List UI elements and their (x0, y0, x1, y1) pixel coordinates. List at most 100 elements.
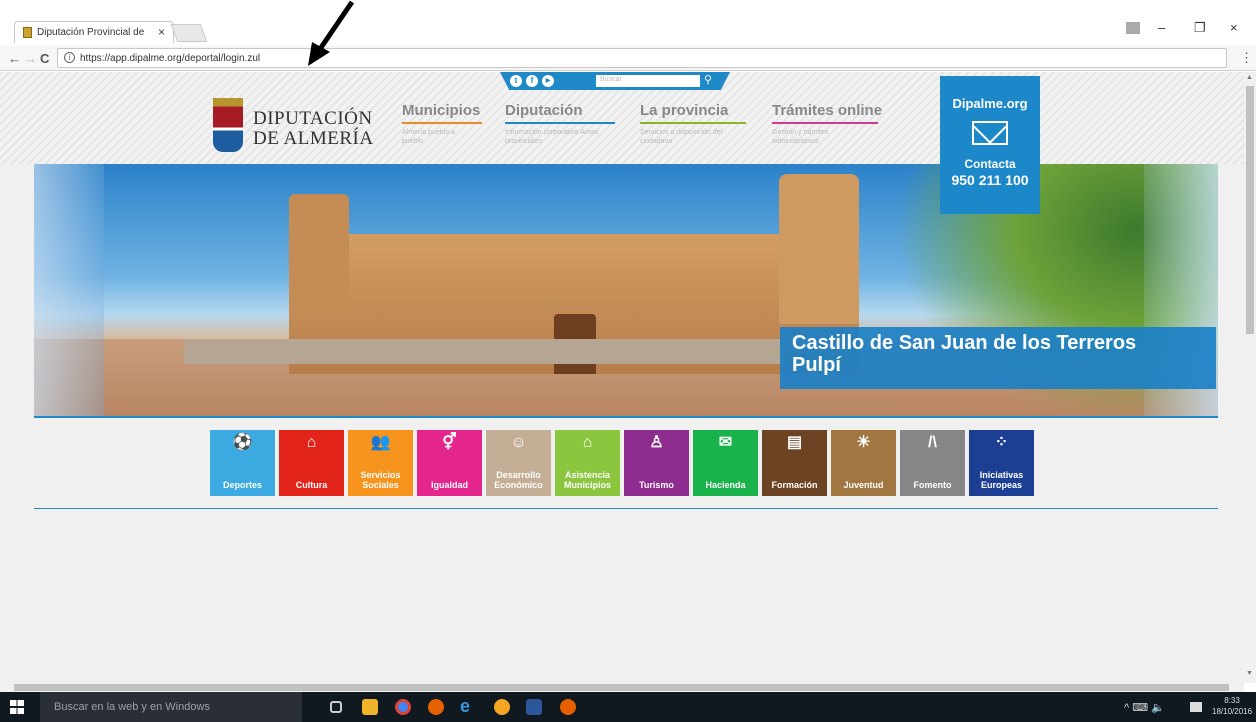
nav-diputacion[interactable]: Diputación Información corporativa Áreas… (505, 102, 615, 146)
back-icon[interactable]: ← (8, 51, 21, 66)
nav-la-provincia[interactable]: La provincia Servicios a disposición del… (640, 102, 746, 146)
tile-turismo[interactable]: ♙ Turismo (624, 430, 689, 496)
edge-icon[interactable]: e (460, 696, 476, 716)
address-bar[interactable]: i https://app.dipalme.org/deportal/login… (57, 48, 1227, 68)
contact-box[interactable]: Dipalme.org Contacta 950 211 100 (940, 76, 1040, 214)
windows-taskbar: Buscar en la web y en Windows e ^ ⌨ 🔈 8:… (0, 692, 1256, 722)
nav-subtitle: Servicios a disposición del ciudadano (640, 129, 723, 145)
tile-icon: ▤ (786, 434, 803, 451)
scroll-up-icon[interactable]: ▲ (1246, 74, 1253, 81)
forward-icon[interactable]: → (24, 51, 37, 66)
nav-title: Trámites online (772, 102, 883, 119)
nav-underline (772, 122, 878, 124)
contact-site-title: Dipalme.org (952, 96, 1028, 111)
tile-fomento[interactable]: /\ Fomento (900, 430, 965, 496)
tile-icon: ✉ (718, 434, 733, 451)
taskbar-search[interactable]: Buscar en la web y en Windows (40, 692, 302, 722)
user-profile-icon[interactable] (1126, 22, 1140, 34)
logo-line1: DIPUTACIÓN (253, 108, 373, 129)
scroll-down-icon[interactable]: ▼ (1246, 670, 1253, 677)
tile-cultura[interactable]: ⌂ Cultura (279, 430, 344, 496)
nav-underline (505, 122, 615, 124)
browser-tab[interactable]: Diputación Provincial de × (14, 21, 174, 43)
tile-label: Turismo (639, 480, 674, 490)
menu-icon[interactable]: ⋮ (1240, 50, 1253, 66)
horizontal-scrollbar[interactable] (0, 683, 1244, 692)
contact-label: Contacta (964, 157, 1016, 171)
web-page: t f ▶ Buscar ⚲ DIPUTACIÓN DE ALMERÍA Mun… (0, 72, 1244, 683)
tile-label: Cultura (295, 480, 328, 490)
firefox-icon-2[interactable] (560, 699, 576, 715)
tile-juventud[interactable]: ☀ Juventud (831, 430, 896, 496)
firefox-icon[interactable] (428, 699, 444, 715)
divider-bottom (34, 508, 1218, 509)
favicon-icon (23, 27, 32, 38)
toolbar: ← → C i https://app.dipalme.org/deportal… (0, 46, 1256, 71)
tile-iniciativas-europeas[interactable]: ⁘ Iniciativas Europeas (969, 430, 1034, 496)
taskbar-clock[interactable]: 8:33 18/10/2016 (1212, 695, 1252, 717)
contact-phone: 950 211 100 (951, 172, 1029, 188)
tile-igualdad[interactable]: ⚥ Igualdad (417, 430, 482, 496)
new-tab-button[interactable] (170, 24, 208, 42)
nav-tramites-online[interactable]: Trámites online Gestión y trámites admin… (772, 102, 882, 146)
tile-asistencia-municipios[interactable]: ⌂ Asistencia Municipios (555, 430, 620, 496)
close-window-button[interactable]: × (1230, 20, 1238, 35)
diputacion-logo[interactable]: DIPUTACIÓN DE ALMERÍA (213, 98, 383, 154)
search-input[interactable]: Buscar (596, 75, 700, 87)
tile-icon: ⁘ (994, 434, 1009, 451)
caption-line2: Pulpí (792, 354, 841, 376)
vertical-scrollbar[interactable]: ▲ ▼ (1244, 72, 1256, 683)
hero-caption[interactable]: Castillo de San Juan de los Terreros Pul… (780, 327, 1216, 389)
envelope-icon (972, 121, 1008, 145)
tile-icon: ♙ (649, 434, 664, 451)
tab-close-icon[interactable]: × (158, 25, 165, 39)
tile-label: Asistencia Municipios (564, 470, 611, 490)
tile-icon: ⌂ (582, 434, 593, 451)
notification-icon[interactable] (1190, 702, 1202, 712)
nav-title: La provincia (640, 102, 729, 119)
tile-icon: /\ (928, 434, 937, 451)
nav-municipios[interactable]: Municipios Almería pueblo a pueblo (402, 102, 482, 146)
reload-icon[interactable]: C (40, 51, 49, 66)
tile-icon: ⌂ (306, 434, 317, 451)
scroll-thumb[interactable] (1246, 86, 1254, 334)
tile-servicios-sociales[interactable]: 👥 Servicios Sociales (348, 430, 413, 496)
social-search-bar: t f ▶ Buscar ⚲ (500, 72, 730, 90)
hscroll-thumb[interactable] (14, 684, 1229, 691)
caption-line1: Castillo de San Juan de los Terreros (792, 332, 1137, 354)
coat-of-arms-icon (213, 98, 243, 152)
app-icon[interactable] (494, 699, 510, 715)
minimize-button[interactable]: – (1158, 20, 1165, 35)
facebook-icon[interactable]: f (526, 75, 538, 87)
tile-deportes[interactable]: ⚽ Deportes (210, 430, 275, 496)
system-tray-icons[interactable]: ^ ⌨ 🔈 (1124, 701, 1165, 714)
restore-button[interactable]: ❐ (1194, 20, 1206, 36)
url-text: https://app.dipalme.org/deportal/login.z… (80, 53, 261, 64)
tile-label: Igualdad (430, 480, 468, 490)
tile-label: Iniciativas Europeas (979, 470, 1024, 490)
search-icon[interactable]: ⚲ (704, 73, 712, 86)
clock-time: 8:33 (1224, 696, 1240, 705)
tile-hacienda[interactable]: ✉ Hacienda (693, 430, 758, 496)
task-view-icon[interactable] (330, 701, 342, 713)
chrome-icon[interactable] (395, 699, 411, 715)
twitter-icon[interactable]: t (510, 75, 522, 87)
tile-icon: ☀ (856, 434, 871, 451)
tile-label: Hacienda (705, 480, 746, 490)
clock-date: 18/10/2016 (1212, 707, 1253, 716)
info-icon[interactable]: i (64, 52, 75, 63)
file-explorer-icon[interactable] (362, 699, 378, 715)
browser-titlebar: Diputación Provincial de × – ❐ × (0, 0, 1256, 46)
nav-title: Diputación (505, 102, 583, 119)
tile-formaci-n[interactable]: ▤ Formación (762, 430, 827, 496)
tile-label: Servicios Sociales (360, 470, 401, 490)
tile-desarrollo-econ-mico[interactable]: ☺ Desarrollo Económico (486, 430, 551, 496)
windows-start-icon[interactable] (10, 700, 24, 714)
tile-icon: ⚥ (442, 434, 457, 451)
tile-icon: ⚽ (232, 434, 253, 451)
hero-banner[interactable]: Castillo de San Juan de los Terreros Pul… (34, 164, 1218, 416)
youtube-icon[interactable]: ▶ (542, 75, 554, 87)
tile-icon: ☺ (510, 434, 527, 451)
word-icon[interactable] (526, 699, 542, 715)
divider-top (34, 416, 1218, 418)
